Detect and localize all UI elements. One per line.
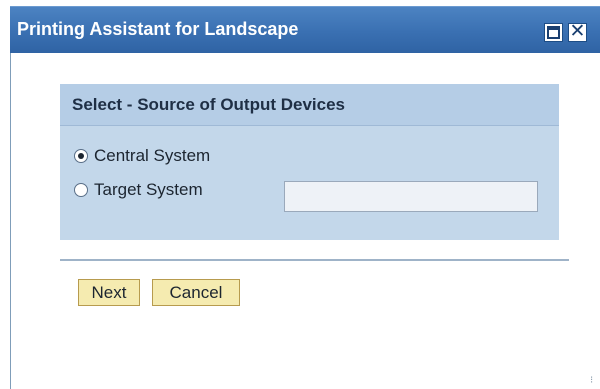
group-header: Select - Source of Output Devices: [60, 84, 559, 126]
dialog-left-border: [10, 53, 11, 389]
output-devices-source-group: Select - Source of Output Devices Centra…: [60, 84, 559, 240]
separator-line: [60, 259, 569, 261]
close-icon: ✕: [569, 21, 586, 42]
group-title: Select - Source of Output Devices: [72, 95, 346, 114]
maximize-icon: [547, 26, 560, 39]
printing-assistant-dialog: Printing Assistant for Landscape ✕ Selec…: [10, 6, 600, 389]
dialog-title: Printing Assistant for Landscape: [17, 19, 299, 39]
target-system-label[interactable]: Target System: [94, 180, 203, 200]
radio-selected-dot: [78, 153, 84, 159]
cancel-button[interactable]: Cancel: [152, 279, 240, 306]
target-system-radio-circle[interactable]: [74, 183, 88, 197]
central-system-label[interactable]: Central System: [94, 146, 210, 166]
close-button[interactable]: ✕: [568, 21, 587, 42]
maximize-button[interactable]: [544, 23, 563, 42]
resize-grip-icon[interactable]: ⁝: [590, 376, 593, 386]
target-system-input[interactable]: [284, 181, 538, 212]
central-system-radio-circle[interactable]: [74, 149, 88, 163]
dialog-titlebar[interactable]: Printing Assistant for Landscape ✕: [10, 6, 600, 53]
next-button[interactable]: Next: [78, 279, 140, 306]
